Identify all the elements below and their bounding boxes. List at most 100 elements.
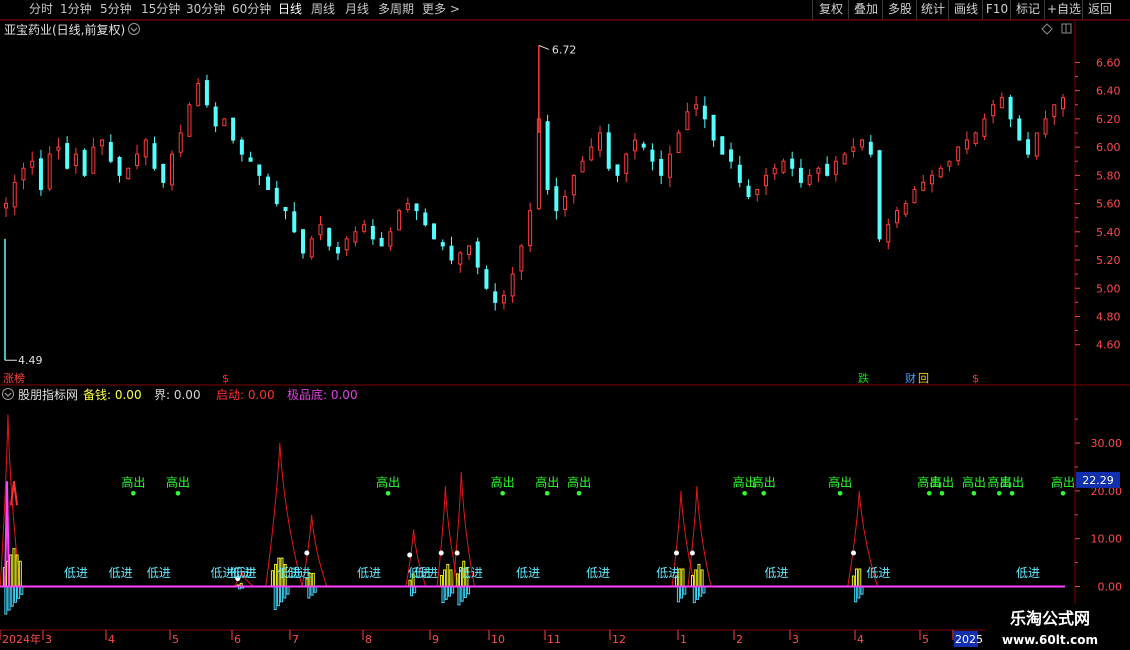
signal-high-dot: [500, 491, 505, 496]
candle-body: [475, 241, 480, 268]
time-axis-label-5: 7: [292, 633, 299, 646]
indicator-yellow-bar: [858, 568, 862, 588]
signal-high-label: 高出: [1051, 474, 1075, 489]
indicator-yellow-bar: [694, 569, 698, 588]
candle-body: [187, 104, 192, 137]
indicator-cyan-bar: [310, 586, 314, 596]
price-tick-label: 6.40: [1096, 85, 1121, 98]
price-tick-label: 4.60: [1096, 339, 1121, 352]
candle-body: [196, 83, 201, 107]
signal-high-label: 高出: [535, 474, 559, 489]
candle-body: [938, 167, 943, 178]
signal-high-label: 高出: [752, 474, 776, 489]
signal-low-label: 低进: [459, 566, 483, 580]
candle-body: [143, 139, 148, 158]
indicator-cyan-bar: [10, 586, 14, 607]
candle-body: [624, 153, 629, 174]
indicator-field-1: 界: 0.00: [154, 388, 201, 402]
indicator-yellow-bar: [697, 563, 701, 588]
price-tick-label: 5.20: [1096, 254, 1121, 267]
candle-body: [702, 105, 707, 120]
indicator-yellow-bar: [12, 548, 16, 588]
signal-high-label: 高出: [491, 474, 515, 489]
signal-low-label: 低进: [586, 566, 610, 580]
candle-body: [886, 224, 891, 243]
candle-body: [842, 153, 847, 165]
candle-body: [458, 252, 463, 265]
candle-body: [947, 160, 952, 167]
time-axis-label-15: 5: [922, 633, 929, 646]
signal-low-label: 低进: [764, 566, 788, 580]
candle-body: [641, 143, 646, 148]
indicator-cyan-bar: [17, 586, 21, 599]
signal-high-dot: [576, 491, 582, 496]
price-tick-label: 5.40: [1096, 226, 1121, 239]
indicator-yellow-bar: [449, 569, 453, 588]
candle-body: [528, 210, 533, 247]
candle-body: [737, 164, 742, 183]
candle-body: [1026, 139, 1031, 155]
indicator-chevron-icon: [4, 392, 12, 397]
indicator-yellow-bar: [851, 575, 855, 588]
signal-high-label: 高出: [166, 474, 190, 489]
candle-body: [100, 139, 105, 147]
indicator-cyan-bar: [273, 586, 277, 610]
indicator-dot: [851, 550, 857, 556]
candle-body: [685, 111, 690, 131]
candle-body: [91, 146, 96, 174]
event-marker-5: $: [972, 372, 979, 385]
indicator-dot: [304, 550, 310, 556]
candle-body: [501, 294, 506, 304]
candle-body: [790, 158, 795, 169]
time-axis-label-9: 11: [547, 633, 561, 646]
event-marker-4: 回: [918, 372, 929, 385]
indicator-yellow-bar: [9, 554, 13, 588]
time-axis-label-14: 4: [857, 633, 864, 646]
indicator-dot: [673, 550, 679, 556]
candle-body: [169, 153, 174, 186]
indicator-cyan-bar: [457, 586, 461, 606]
time-axis-label-8: 10: [491, 633, 505, 646]
signal-high-dot: [837, 491, 843, 496]
signal-high-dot: [1060, 491, 1066, 496]
signal-low-label: 低进: [233, 566, 257, 580]
candle-body: [929, 174, 934, 185]
signal-low-label: 低进: [109, 566, 133, 580]
indicator-cyan-bar: [857, 586, 861, 599]
indicator-tick-label: 0.00: [1098, 581, 1123, 594]
indicator-cyan-bar: [441, 586, 445, 604]
signal-high-label: 高出: [121, 474, 145, 489]
candle-body: [309, 238, 314, 258]
signal-high-dot: [939, 491, 945, 496]
price-tick-label: 6.00: [1096, 141, 1121, 154]
candle-body: [318, 224, 323, 236]
candle-body: [449, 245, 454, 261]
price-tick-label: 5.80: [1096, 169, 1121, 182]
candle-body: [152, 143, 157, 169]
time-axis-label-11: 1: [680, 633, 687, 646]
signal-low-label: 低进: [287, 566, 311, 580]
signal-high-dot: [926, 491, 932, 496]
candle-body: [991, 104, 996, 117]
indicator-field-3: 极品底: 0.00: [287, 387, 358, 402]
candle-body: [82, 149, 87, 176]
current-value-label: 22.29: [1082, 474, 1114, 487]
candle-body: [362, 224, 367, 232]
indicator-dot: [689, 550, 695, 556]
candle-body: [466, 245, 471, 255]
candle-body: [327, 228, 332, 247]
signal-low-label: 低进: [414, 566, 438, 580]
chart-area: 亚宝药业(日线,前复权) 4.60 4.80 5.00 5.20 5.40 5.60 5.80…: [0, 19, 1130, 650]
candle-body: [126, 167, 131, 180]
candle-body: [973, 132, 978, 145]
candle-body: [117, 157, 122, 176]
indicator-cyan-bar: [467, 586, 471, 595]
candle-body: [763, 174, 768, 187]
candle-body: [667, 153, 672, 178]
signal-high-dot: [997, 491, 1002, 496]
candle-body: [161, 164, 166, 183]
indicator-cyan-bar: [283, 586, 287, 599]
candle-body: [781, 160, 786, 173]
indicator-cyan-bar: [680, 586, 684, 599]
candle-body: [615, 164, 620, 176]
